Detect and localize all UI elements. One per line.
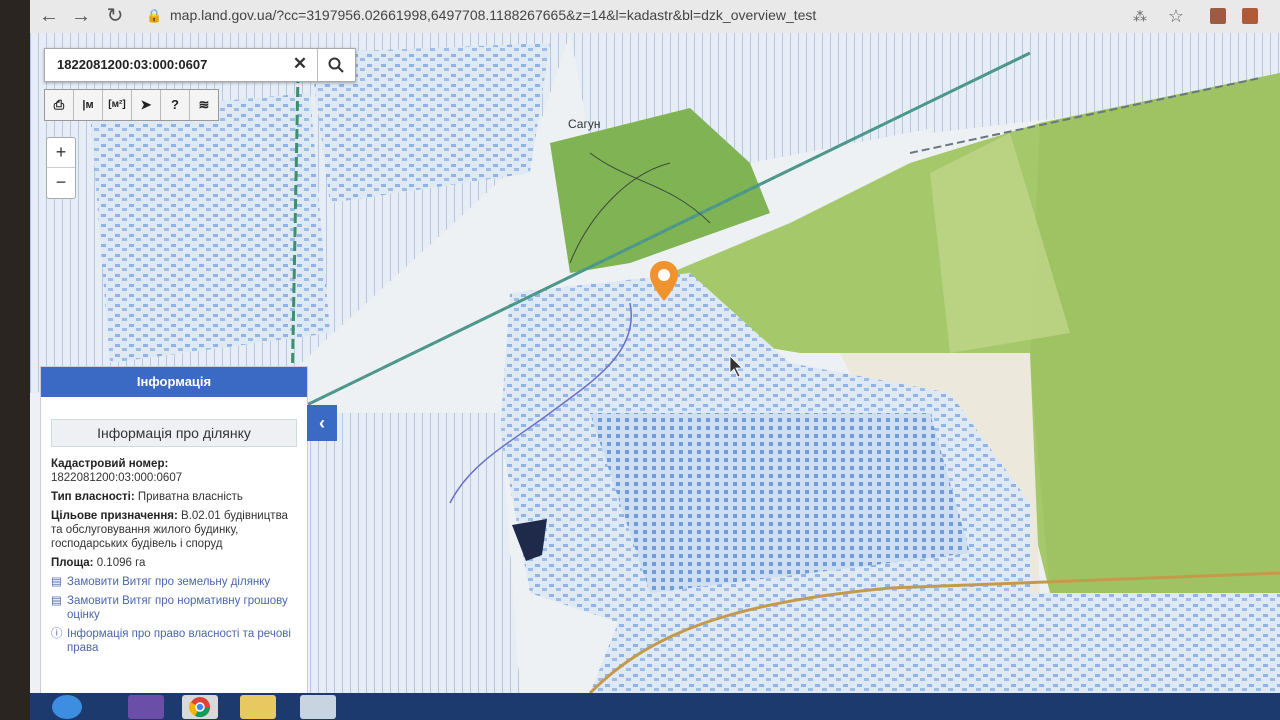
search-icon	[328, 57, 344, 73]
help-icon[interactable]: ?	[161, 90, 190, 120]
extension-icon[interactable]	[1242, 8, 1258, 24]
search-divider	[317, 49, 318, 81]
cadastral-search: 1822081200:03:000:0607 ✕	[44, 48, 356, 82]
reload-icon[interactable]: ↻	[102, 4, 128, 28]
area-row: Площа: 0.1096 га	[51, 556, 297, 570]
extension-icon[interactable]	[1210, 8, 1226, 24]
info-icon: ⓘ	[51, 628, 63, 640]
viber-icon[interactable]	[128, 695, 164, 719]
search-button[interactable]	[321, 51, 351, 79]
folder-icon[interactable]	[240, 695, 276, 719]
print-icon[interactable]: ⎙	[45, 90, 74, 120]
ownership-label: Тип власності:	[51, 491, 135, 503]
forward-icon[interactable]: →	[68, 4, 94, 28]
purpose-row: Цільове призначення: В.02.01 будівництва…	[51, 509, 297, 551]
lock-icon: 🔒	[146, 8, 163, 23]
zoom-out-button[interactable]: −	[47, 168, 75, 197]
info-panel-header: Інформація	[41, 367, 307, 397]
app-icon[interactable]	[300, 695, 336, 719]
collapse-panel-button[interactable]: ‹	[307, 405, 337, 441]
measure-area-icon[interactable]: [м²]	[103, 90, 132, 120]
start-icon[interactable]	[52, 695, 82, 719]
address-bar[interactable]: map.land.gov.ua/?cc=3197956.02661998,649…	[170, 7, 816, 23]
ownership-info-label: Інформація про право власності та речові…	[67, 628, 291, 654]
browser-toolbar: ← → ↻ 🔒 map.land.gov.ua/?cc=3197956.0266…	[30, 0, 1280, 34]
info-panel-subtitle: Інформація про ділянку	[51, 419, 297, 447]
back-icon[interactable]: ←	[36, 4, 62, 28]
chrome-logo-icon	[188, 697, 211, 718]
search-input[interactable]: 1822081200:03:000:0607	[57, 57, 207, 72]
pointer-icon[interactable]: ➤	[132, 90, 161, 120]
measure-distance-icon[interactable]: |м	[74, 90, 103, 120]
star-icon[interactable]: ☆	[1166, 6, 1186, 26]
cadastral-number-row: Кадастровий номер: 1822081200:03:000:060…	[51, 457, 297, 485]
area-label: Площа:	[51, 557, 94, 569]
ownership-row: Тип власності: Приватна власність	[51, 490, 297, 504]
order-valuation-link[interactable]: ▤ Замовити Витяг про нормативну грошову …	[51, 594, 297, 622]
cadastral-value: 1822081200:03:000:0607	[51, 472, 183, 484]
parcel-details: Кадастровий номер: 1822081200:03:000:060…	[41, 447, 307, 655]
map-place-label: Сагун	[568, 117, 600, 131]
zoom-in-button[interactable]: +	[47, 138, 75, 167]
monitor-bezel	[0, 0, 30, 720]
layers-icon[interactable]: ≋	[190, 90, 218, 120]
document-icon: ▤	[51, 595, 62, 607]
map-toolbar: ⎙ |м [м²] ➤ ? ≋	[44, 89, 219, 121]
clear-icon[interactable]: ✕	[289, 53, 311, 75]
order-extract-link[interactable]: ▤ Замовити Витяг про земельну ділянку	[51, 575, 297, 589]
document-icon: ▤	[51, 576, 62, 588]
chrome-icon[interactable]	[182, 695, 218, 719]
order-valuation-label: Замовити Витяг про нормативну грошову оц…	[67, 595, 288, 621]
cadastral-label: Кадастровий номер:	[51, 458, 169, 470]
order-extract-label: Замовити Витяг про земельну ділянку	[67, 576, 271, 588]
info-panel: Інформація Інформація про ділянку Кадаст…	[40, 366, 308, 698]
screen: ← → ↻ 🔒 map.land.gov.ua/?cc=3197956.0266…	[30, 0, 1280, 720]
area-value: 0.1096 га	[96, 557, 146, 569]
translate-icon[interactable]: ⁂	[1130, 6, 1150, 26]
ownership-info-link[interactable]: ⓘ Інформація про право власності та речо…	[51, 627, 297, 655]
ownership-value: Приватна власність	[137, 491, 243, 503]
purpose-label: Цільове призначення:	[51, 510, 178, 522]
os-taskbar	[30, 693, 1280, 720]
zoom-control: + −	[46, 137, 76, 199]
